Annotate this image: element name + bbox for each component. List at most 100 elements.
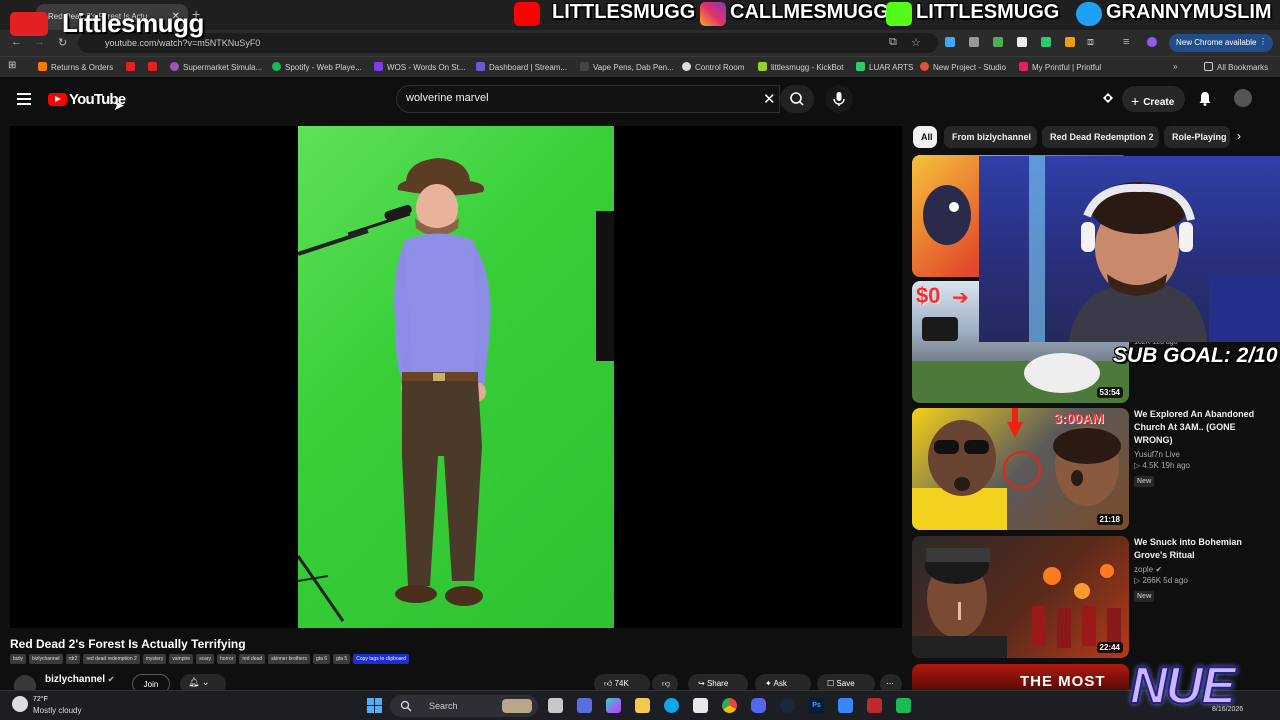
thumbnail-art — [912, 548, 1121, 658]
voice-search-button[interactable] — [825, 85, 853, 113]
bookmark-item[interactable]: WOS - Words On St... — [374, 62, 466, 72]
bookmark-item[interactable]: littlesmugg - KickBot — [758, 62, 843, 72]
search-input[interactable]: wolverine marvel — [406, 92, 489, 104]
video-tag[interactable]: mystery — [142, 654, 167, 664]
sub-goal-text: SUB GOAL: 2/10 — [1113, 344, 1278, 367]
extension-icon[interactable] — [969, 37, 979, 47]
bookmark-star-icon[interactable]: ☆ — [911, 36, 921, 49]
chip-all[interactable]: All — [913, 126, 937, 148]
copilot-icon[interactable] — [606, 698, 621, 713]
extension-icon[interactable] — [1041, 37, 1051, 47]
video-title: We Explored An Abandoned Church At 3AM..… — [1134, 409, 1255, 445]
video-tag[interactable]: gta 5 — [333, 654, 351, 664]
thumbnail-art — [912, 408, 1121, 530]
bookmark-label: LUAR ARTS — [869, 63, 914, 72]
store-icon[interactable] — [693, 698, 708, 713]
create-button[interactable]: + Create — [1122, 86, 1185, 112]
url-input[interactable]: youtube.com/watch?v=m5NTKNuSyF0 — [78, 33, 938, 53]
account-avatar[interactable] — [1234, 89, 1252, 107]
live-studio-icon[interactable] — [1101, 91, 1115, 105]
task-view-icon[interactable] — [548, 698, 563, 713]
bookmark-item[interactable]: LUAR ARTS — [856, 62, 913, 72]
extension-icon[interactable] — [945, 37, 955, 47]
channel-name: zople ✔ — [1134, 565, 1264, 574]
bookmark-item[interactable] — [148, 62, 161, 72]
video-title: We Snuck into Bohemian Grove's Ritual — [1134, 537, 1242, 560]
bookmark-item[interactable]: Vape Pens, Dab Pen... — [580, 62, 674, 72]
social-handle: LITTLESMUGG — [916, 1, 1060, 23]
recommended-thumbnail[interactable]: 3:00AM 21:18 — [912, 408, 1129, 530]
video-title: Red Dead 2's Forest Is Actually Terrifyi… — [10, 637, 246, 651]
bookmark-label: New Project - Studio — [933, 63, 1006, 72]
bookmark-item[interactable]: New Project - Studio — [920, 62, 1006, 72]
video-tag[interactable]: scary — [196, 654, 215, 664]
chevron-right-icon[interactable]: › — [1237, 129, 1241, 143]
profile-icon[interactable] — [1147, 37, 1157, 47]
extension-icon[interactable] — [993, 37, 1003, 47]
bookmark-item[interactable]: Spotify - Web Playe... — [272, 62, 362, 72]
apps-grid-icon[interactable]: ⊞ — [8, 60, 16, 71]
chip-role-playing[interactable]: Role-Playing — [1164, 126, 1230, 148]
chip-red-dead[interactable]: Red Dead Redemption 2 — [1042, 126, 1159, 148]
all-bookmarks-folder[interactable]: All Bookmarks — [1204, 62, 1268, 72]
share-icon: ↪ — [698, 679, 705, 688]
thumbnail-art — [923, 185, 971, 245]
discord-icon[interactable] — [751, 698, 766, 713]
view-meta-text: 266K 5d ago — [1142, 576, 1188, 585]
search-button[interactable] — [780, 85, 814, 113]
chrome-update-button[interactable]: New Chrome available ⋮ — [1169, 34, 1273, 52]
video-tag[interactable]: gta 6 — [312, 654, 331, 664]
edge-icon[interactable] — [664, 698, 679, 713]
bookmarks-overflow-icon[interactable]: » — [1173, 62, 1177, 71]
windows-start-icon[interactable] — [367, 698, 383, 714]
extension-icon[interactable] — [1065, 37, 1075, 47]
weather-icon[interactable] — [12, 696, 28, 712]
video-tag[interactable]: red dead redemption 2 — [83, 654, 140, 664]
video-tag[interactable]: vampire — [169, 654, 194, 664]
chrome-icon[interactable] — [722, 698, 737, 713]
steam-icon[interactable] — [780, 698, 795, 713]
bookmark-label: Control Room — [695, 63, 745, 72]
channel-name-text: zople — [1134, 565, 1154, 574]
search-box[interactable]: wolverine marvel ✕ — [396, 85, 780, 113]
video-player[interactable] — [10, 126, 902, 628]
bookmark-item[interactable] — [126, 62, 139, 72]
video-tag[interactable]: red dead — [239, 654, 266, 664]
bookmark-item[interactable]: Control Room — [682, 62, 744, 72]
channel-name[interactable]: bizlychannel ✔ — [45, 674, 115, 685]
open-in-app-icon[interactable]: ⧉ — [889, 36, 897, 49]
recommended-info[interactable]: We Snuck into Bohemian Grove's Ritual zo… — [1134, 536, 1264, 603]
video-tag[interactable]: rdr2 — [65, 654, 81, 664]
bookmark-label: My Printful | Printful — [1032, 63, 1102, 72]
chip-from-channel[interactable]: From bizlychannel — [944, 126, 1037, 148]
notifications-bell-icon[interactable] — [1198, 91, 1212, 106]
video-tag[interactable]: skinner brothers — [268, 654, 310, 664]
bookmark-item[interactable]: Returns & Orders — [38, 62, 113, 72]
notepad-icon[interactable] — [838, 698, 853, 713]
back-icon[interactable]: ← — [11, 36, 22, 48]
bookmark-item[interactable]: Dashboard | Stream... — [476, 62, 567, 72]
video-tag[interactable]: horror — [217, 654, 237, 664]
file-explorer-icon[interactable] — [635, 698, 650, 713]
hamburger-menu-icon[interactable] — [17, 93, 31, 108]
photoshop-icon[interactable]: Ps — [809, 698, 824, 713]
clear-search-icon[interactable]: ✕ — [763, 90, 776, 108]
recommended-info[interactable]: We Explored An Abandoned Church At 3AM..… — [1134, 408, 1264, 488]
bookmark-item[interactable]: My Printful | Printful — [1019, 62, 1101, 72]
video-tag[interactable]: bizlychannel — [29, 654, 63, 664]
app-icon[interactable] — [867, 698, 882, 713]
recommended-thumbnail[interactable]: THE MOST — [912, 664, 1129, 690]
recommended-thumbnail[interactable]: 22:44 — [912, 536, 1129, 658]
bookmark-item[interactable]: Supermarket Simula... — [170, 62, 262, 72]
teams-icon[interactable] — [577, 698, 592, 713]
extension-icon[interactable] — [1017, 37, 1027, 47]
video-tag[interactable]: bizly — [10, 654, 27, 664]
extensions-puzzle-icon[interactable]: ⧈ — [1087, 36, 1094, 49]
bookmark-favicon-icon — [758, 62, 767, 71]
copy-tags-button[interactable]: Copy tags to clipboard — [353, 654, 409, 664]
taskbar-search[interactable]: Search — [390, 695, 538, 717]
forward-icon[interactable]: → — [34, 36, 45, 48]
app-icon[interactable] — [896, 698, 911, 713]
reading-list-icon[interactable]: ≡ — [1123, 36, 1129, 48]
weather-description: Mostly cloudy — [33, 706, 82, 715]
